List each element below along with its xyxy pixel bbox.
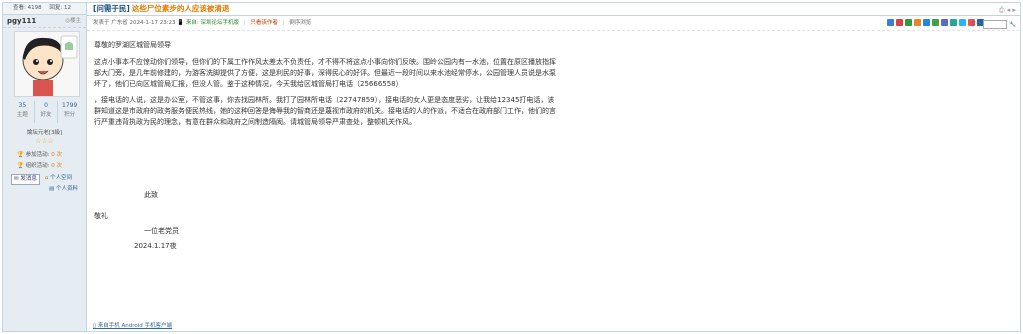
home-icon: ⌂	[44, 175, 49, 181]
post-source[interactable]: 来自: 深圳论坛手机版	[186, 20, 239, 26]
date-text: 2024.1.17夜	[134, 242, 177, 250]
share-qq-icon[interactable]	[887, 19, 894, 26]
share-weibo-icon[interactable]	[896, 19, 903, 26]
post-main: [问需于民] 这些尸位素步的人应该被清退 ⎙ ◂ ▸ 发表于 广东省 2024-1…	[87, 3, 1020, 331]
rank-stars: ☆☆☆	[35, 137, 54, 145]
share-wechat-icon[interactable]	[905, 19, 912, 26]
only-author-link[interactable]: 只看该作者	[250, 20, 278, 26]
author-actions: ✉ 发消息 ⌂ 个人空间	[11, 174, 74, 185]
share-douban-icon[interactable]	[941, 19, 948, 26]
author-username[interactable]: pgy111	[7, 17, 36, 25]
topics-label: 主题	[16, 112, 28, 118]
friends-label: 好友	[40, 112, 52, 118]
thread-stats: 查看: 4198 回复: 12	[3, 3, 86, 15]
topics-value: 35	[18, 102, 27, 109]
post-title-bar: [问需于民] 这些尸位素步的人应该被清退 ⎙ ◂ ▸	[87, 3, 1020, 16]
salute-text: 敬礼	[94, 212, 108, 220]
signature-text: 一位老党员	[144, 227, 179, 235]
share-kaixin-icon[interactable]	[950, 19, 957, 26]
font-size-control: 字体 🔧	[971, 18, 1016, 32]
avatar[interactable]	[14, 31, 80, 97]
activity-joined-label: 参加活动:	[25, 152, 50, 158]
views-count: 查看: 4198	[13, 5, 42, 11]
mobile-client-label: 来自手机 Android 手机客户端	[97, 323, 173, 329]
points-label: 积分	[64, 112, 76, 118]
mobile-client-link[interactable]: ▯ 来自手机 Android 手机客户端	[93, 321, 172, 329]
font-size-input[interactable]	[983, 20, 1008, 29]
author-sidebar: 查看: 4198 回复: 12 pgy111 ◎楼主 35 主题 0 好友 17…	[3, 3, 87, 331]
activity-organized-label: 组织活动:	[25, 163, 50, 169]
activity-organized: 🏆 组织活动: 0 次	[17, 161, 62, 169]
activity-joined-value: 0 次	[51, 152, 62, 158]
share-renren-icon[interactable]	[932, 19, 939, 26]
post-title: 这些尸位素步的人应该被清退	[131, 4, 230, 13]
topics-count[interactable]: 35 主题	[11, 101, 34, 123]
activity-organized-value: 0 次	[51, 163, 62, 169]
reverse-order-link[interactable]: 倒序浏览	[289, 20, 311, 26]
post-category[interactable]: [问需于民]	[93, 4, 130, 13]
page-controls[interactable]: ⎙ ◂ ▸	[999, 4, 1016, 16]
post-body: 尊敬的罗湖区城管局领导 这点小事本不应惊动你们领导，但你们的下属工作作风太差太不…	[94, 40, 559, 133]
post-paragraph: 尊敬的罗湖区城管局领导	[94, 41, 171, 49]
post-container: 查看: 4198 回复: 12 pgy111 ◎楼主 35 主题 0 好友 17…	[2, 2, 1021, 332]
envelope-icon: ✉	[14, 176, 19, 182]
points-count[interactable]: 1799 积分	[57, 101, 81, 123]
closing-text: 此致	[144, 191, 158, 199]
trophy-icon: 🏆	[17, 163, 24, 169]
op-badge: ◎楼主	[65, 18, 81, 24]
avatar-cartoon-icon	[15, 32, 79, 96]
profile-icon: ▤	[49, 186, 55, 192]
points-value: 1799	[62, 102, 78, 109]
profile-link[interactable]: ▤ 个人资料	[47, 185, 80, 194]
profile-label: 个人资料	[55, 186, 78, 192]
trophy-icon: 🏆	[17, 152, 24, 158]
author-counts: 35 主题 0 好友 1799 积分	[11, 101, 81, 123]
send-message-button[interactable]: ✉ 发消息	[11, 174, 40, 185]
share-tqq-icon[interactable]	[959, 19, 966, 26]
font-size-label: 字体	[970, 22, 982, 28]
post-paragraph: 这点小事本不应惊动你们领导，但你们的下属工作作风太差太不负责任，才不得不将这点小…	[94, 58, 556, 88]
posted-info: 发表于 广东省 2024-1-17 23:23	[93, 20, 176, 26]
author-name-row: pgy111 ◎楼主	[3, 15, 86, 28]
share-rss-icon[interactable]	[914, 19, 921, 26]
send-message-label: 发消息	[20, 176, 37, 182]
phone-icon: 📱	[177, 20, 185, 26]
personal-space-label: 个人空间	[50, 175, 73, 181]
share-icons	[887, 19, 984, 26]
friends-count[interactable]: 0 好友	[33, 101, 58, 123]
post-paragraph: ，接电话的人说，这是办公室，不管这事，你去找园林所。我打了园林所电话（22747…	[94, 96, 556, 126]
replies-count: 回复: 12	[49, 5, 71, 11]
friends-value: 0	[44, 102, 48, 109]
wrench-icon[interactable]: 🔧	[1009, 22, 1016, 28]
phone-icon: ▯	[93, 323, 97, 329]
activity-joined: 🏆 参加活动: 0 次	[17, 150, 62, 158]
author-rank: 論坛元老[3級]	[26, 130, 63, 136]
personal-space-link[interactable]: ⌂ 个人空间	[43, 174, 74, 183]
post-meta: 发表于 广东省 2024-1-17 23:23 📱 来自: 深圳论坛手机版 | …	[87, 16, 1020, 31]
share-mail-icon[interactable]	[923, 19, 930, 26]
